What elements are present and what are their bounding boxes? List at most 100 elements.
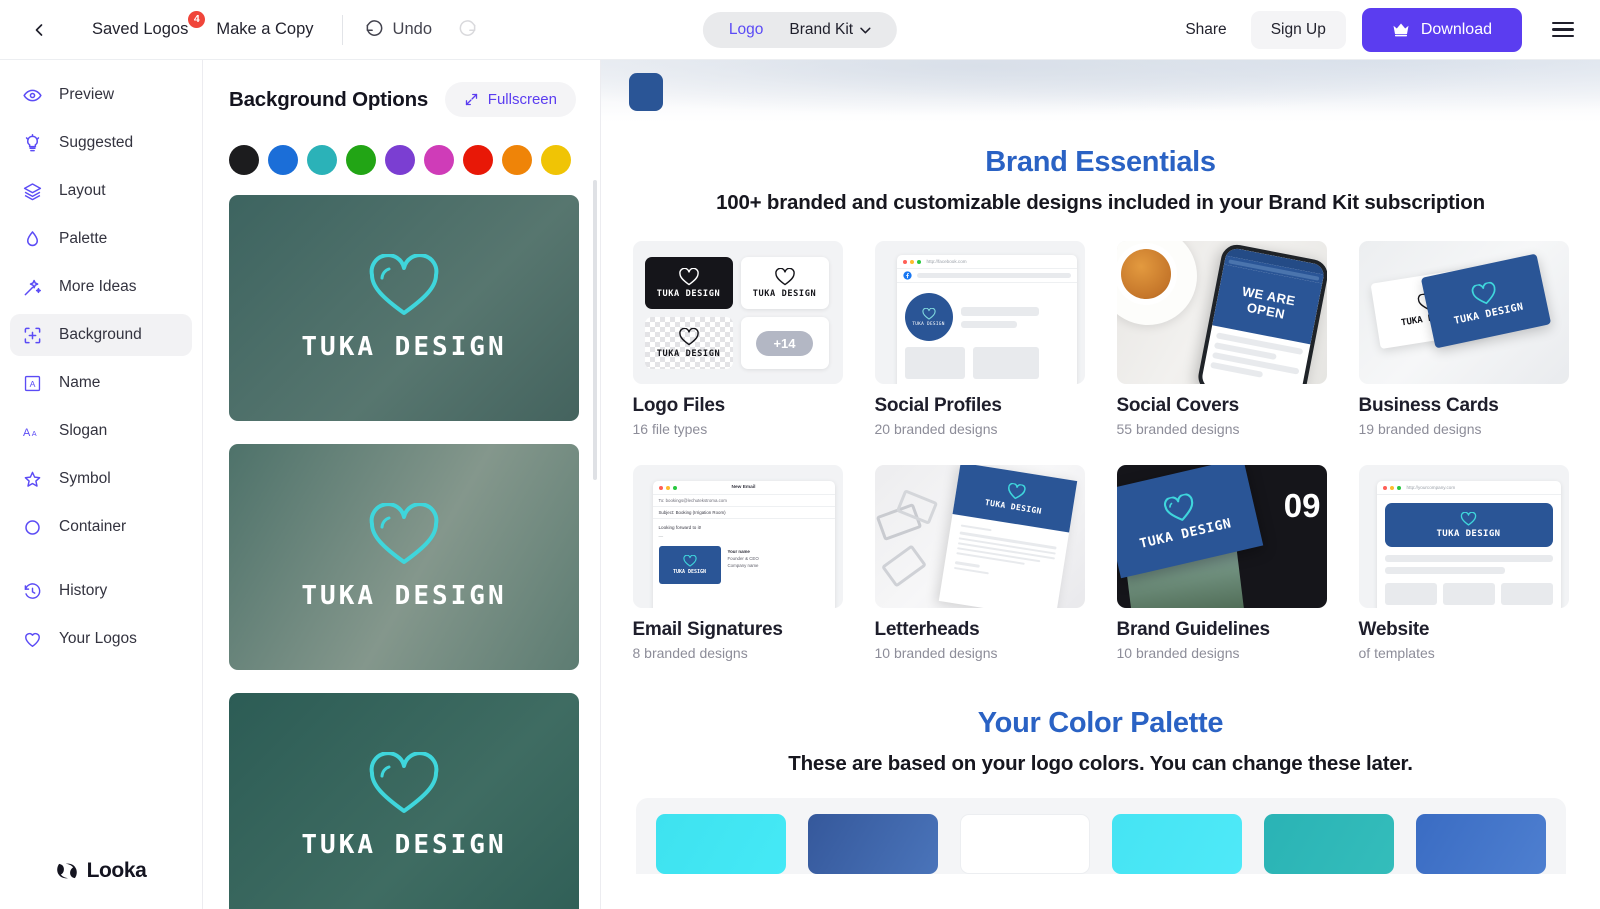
background-preview-card[interactable]: TUKA DESIGN [229, 195, 579, 421]
sidebar-item-more-ideas[interactable]: More Ideas [10, 266, 192, 308]
swatch-yellow[interactable] [541, 145, 571, 175]
logo-wordmark: TUKA DESIGN [983, 497, 1042, 516]
hamburger-menu-icon[interactable] [1544, 14, 1582, 45]
heart-icon [23, 630, 42, 649]
swatch-teal[interactable] [307, 145, 337, 175]
logo-wordmark: TUKA DESIGN [672, 569, 707, 575]
tile-brand-guidelines[interactable]: 09 TUKA DESIGN Brand Guidelines 10 brand… [1116, 465, 1327, 661]
share-button[interactable]: Share [1169, 12, 1242, 48]
tile-title: Brand Guidelines [1116, 619, 1271, 640]
sidebar-item-background[interactable]: Background [10, 314, 192, 356]
tile-social-profiles[interactable]: http://facebook.com TUKA DESIGN Social P… [874, 241, 1085, 437]
guidelines-page-number: 09 [1283, 487, 1321, 524]
sidebar-item-label: Background [59, 326, 142, 343]
redo-button[interactable] [458, 20, 477, 39]
background-preview-card[interactable]: TUKA DESIGN [229, 693, 579, 909]
sign-up-button[interactable]: Sign Up [1250, 10, 1346, 49]
logo-wordmark: TUKA DESIGN [656, 348, 721, 359]
sidebar-item-symbol[interactable]: Symbol [10, 458, 192, 500]
saved-logos-badge: 4 [188, 11, 206, 28]
background-preview-list: TUKA DESIGN TUKA DESIGN TUKA DESIGN [229, 195, 580, 909]
tile-letterheads[interactable]: TUKA DESIGN Letterheads 10 branded desig… [874, 465, 1085, 661]
sidebar-item-label: History [59, 582, 108, 599]
expand-arrows-icon [465, 93, 477, 106]
sidebar-item-preview[interactable]: Preview [10, 74, 192, 116]
signature-name: Your name [727, 549, 750, 554]
background-color-swatches [229, 145, 580, 175]
sidebar-item-slogan[interactable]: AA Slogan [10, 410, 192, 452]
sidebar-item-container[interactable]: Container [10, 506, 192, 548]
business-card-blue: TUKA DESIGN [1420, 253, 1551, 349]
svg-text:A: A [23, 426, 31, 438]
sidebar-item-label: Container [59, 518, 127, 535]
tab-brand-kit[interactable]: Brand Kit [789, 21, 871, 39]
palette-swatch-teal[interactable] [1263, 814, 1394, 874]
sidebar-item-layout[interactable]: Layout [10, 170, 192, 212]
palette-swatch-cyan-light[interactable] [1111, 814, 1242, 874]
swatch-orange[interactable] [502, 145, 532, 175]
logo-file-transparent: TUKA DESIGN [644, 317, 733, 369]
sidebar-item-label: Preview [59, 86, 115, 103]
frame-dots-icon [23, 326, 42, 345]
tile-title: Email Signatures [632, 619, 783, 640]
palette-swatch-navy-blue[interactable] [807, 814, 938, 874]
tile-email-signatures[interactable]: New Email To: bookings@lechutekstroma.co… [632, 465, 843, 661]
tile-social-covers[interactable]: WE ARE OPEN Social Covers 55 branded des… [1116, 241, 1327, 437]
sidebar-item-label: Suggested [59, 134, 134, 151]
tile-logo-files[interactable]: TUKA DESIGN TUKA DESIGN TUKA DESIGN +14 … [632, 241, 843, 437]
fullscreen-label: Fullscreen [487, 91, 557, 108]
fullscreen-button[interactable]: Fullscreen [444, 82, 576, 117]
body-container: Preview Suggested Layout Palette More Id… [0, 60, 1600, 909]
saved-logos-button[interactable]: Saved Logos 4 [92, 11, 206, 39]
tile-business-cards[interactable]: TUKA DESIGN TUKA DESIGN Business Cards 1… [1358, 241, 1569, 437]
swatch-magenta[interactable] [424, 145, 454, 175]
view-mode-toggle: Logo Brand Kit [702, 11, 898, 48]
heart-logo-icon [682, 555, 697, 567]
palette-swatch-blue[interactable] [1415, 814, 1546, 874]
preview-scroll-area[interactable]: Brand Essentials 100+ branded and custom… [601, 60, 1600, 909]
panel-scrollbar[interactable] [593, 180, 597, 480]
background-preview-card[interactable]: TUKA DESIGN [229, 444, 579, 670]
heart-logo-icon [1460, 511, 1477, 526]
make-a-copy-button[interactable]: Make a Copy [216, 20, 313, 39]
sidebar-item-palette[interactable]: Palette [10, 218, 192, 260]
logo-wordmark: TUKA DESIGN [301, 830, 507, 860]
palette-swatch-white[interactable] [959, 814, 1090, 874]
sidebar-item-name[interactable]: A Name [10, 362, 192, 404]
panel-title: Background Options [229, 87, 429, 111]
brand-essentials-subtitle: 100+ branded and customizable designs in… [716, 191, 1485, 214]
hero-brand-chip [629, 73, 663, 111]
swatch-green[interactable] [346, 145, 376, 175]
tab-brand-kit-label: Brand Kit [789, 20, 854, 38]
letterhead-page: TUKA DESIGN [938, 465, 1077, 608]
swatch-black[interactable] [229, 145, 259, 175]
undo-button[interactable]: Undo [365, 20, 432, 39]
thumbnail-brand-guidelines: 09 TUKA DESIGN [1116, 465, 1327, 608]
magic-wand-icon [23, 278, 42, 297]
sidebar-item-label: Your Logos [59, 630, 137, 647]
download-label: Download [1420, 20, 1492, 38]
email-signature-logo: TUKA DESIGN [658, 546, 721, 584]
back-button[interactable] [22, 13, 56, 47]
tile-subtitle: 16 file types [632, 421, 708, 437]
chevron-down-icon [860, 27, 871, 34]
looka-logo-icon [56, 863, 77, 879]
swatch-blue[interactable] [268, 145, 298, 175]
toolbar-right-group: Share Sign Up Download [1169, 7, 1600, 52]
logo-wordmark: TUKA DESIGN [912, 321, 945, 327]
swatch-red[interactable] [463, 145, 493, 175]
palette-swatch-cyan[interactable] [655, 814, 786, 874]
tab-logo[interactable]: Logo [729, 21, 763, 39]
sidebar-item-history[interactable]: History [10, 570, 192, 612]
tile-title: Social Covers [1116, 395, 1240, 416]
aa-text-icon: AA [23, 422, 42, 441]
layers-icon [23, 182, 42, 201]
download-button[interactable]: Download [1361, 7, 1522, 52]
email-to-field: To: bookings@lechutekstroma.com [652, 495, 835, 507]
tile-website[interactable]: http://yourcompany.com TUKA DESIGN Websi… [1358, 465, 1569, 661]
sidebar-item-your-logos[interactable]: Your Logos [10, 618, 192, 660]
sidebar-item-suggested[interactable]: Suggested [10, 122, 192, 164]
swatch-purple[interactable] [385, 145, 415, 175]
looka-wordmark: Looka [86, 859, 147, 882]
undo-label: Undo [392, 20, 432, 38]
